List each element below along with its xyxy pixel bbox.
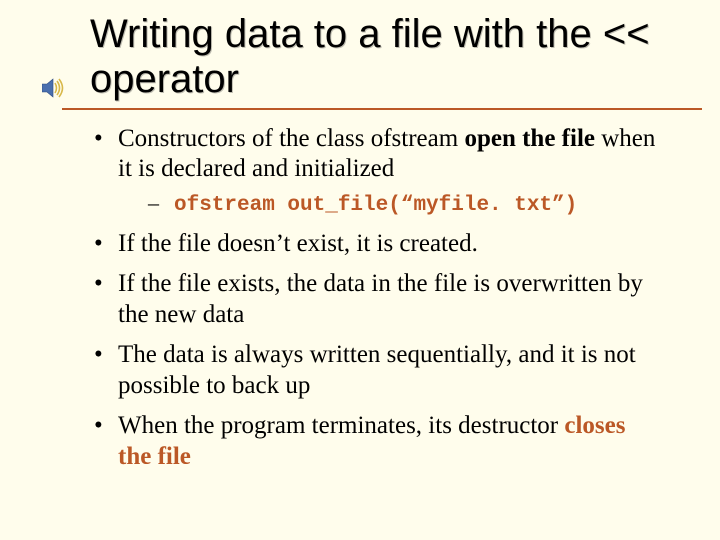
bullet-text-bold: open the file bbox=[464, 125, 595, 152]
bullet-text: Constructors of the class ofstream bbox=[118, 125, 464, 152]
bullet-item: When the program terminates, its destruc… bbox=[90, 411, 660, 472]
bullet-text: If the file doesn’t exist, it is created… bbox=[118, 230, 478, 257]
sub-list: ofstream out_file(“myfile. txt”) bbox=[118, 189, 660, 219]
bullet-list: Constructors of the class ofstream open … bbox=[90, 124, 670, 473]
bullet-item: If the file exists, the data in the file… bbox=[90, 269, 660, 330]
title-rule bbox=[62, 108, 702, 110]
sub-item: ofstream out_file(“myfile. txt”) bbox=[118, 189, 660, 219]
code-text: ofstream out_file(“myfile. txt”) bbox=[174, 194, 577, 217]
bullet-text: If the file exists, the data in the file… bbox=[118, 270, 643, 328]
bullet-text: The data is always written sequentially,… bbox=[118, 341, 636, 399]
bullet-item: Constructors of the class ofstream open … bbox=[90, 124, 660, 219]
slide: Writing data to a file with the << opera… bbox=[0, 0, 720, 540]
sound-icon bbox=[42, 78, 66, 103]
bullet-item: If the file doesn’t exist, it is created… bbox=[90, 229, 660, 260]
slide-title: Writing data to a file with the << opera… bbox=[90, 12, 670, 102]
bullet-text: When the program terminates, its destruc… bbox=[118, 412, 564, 439]
bullet-item: The data is always written sequentially,… bbox=[90, 340, 660, 401]
